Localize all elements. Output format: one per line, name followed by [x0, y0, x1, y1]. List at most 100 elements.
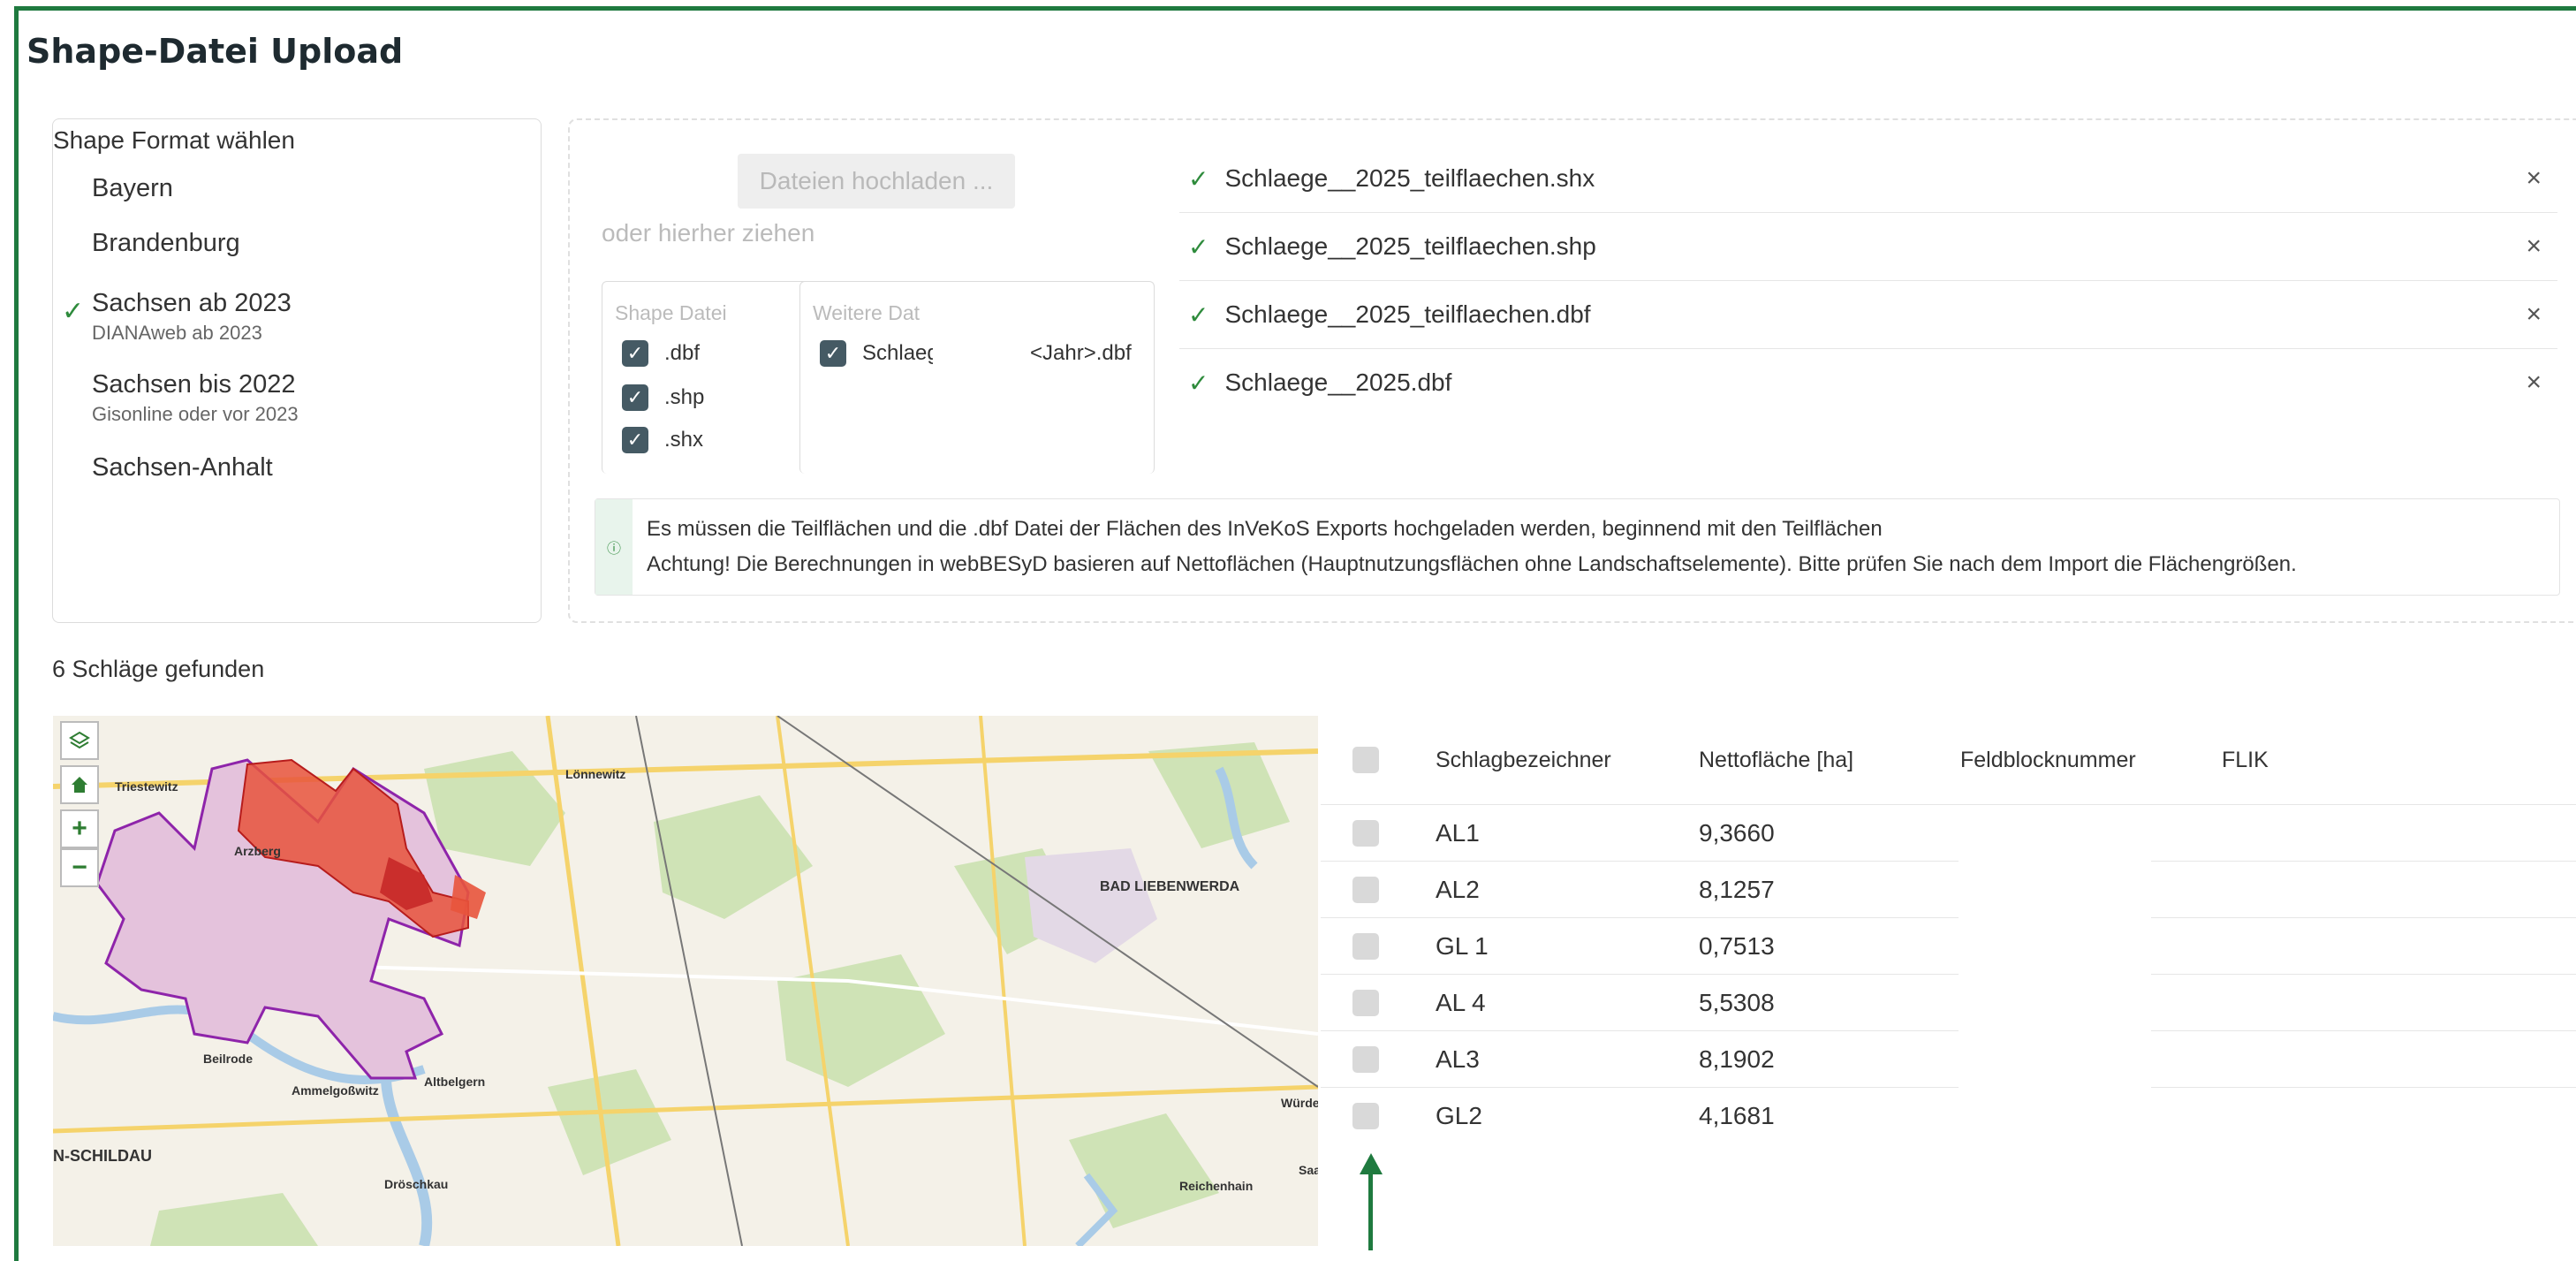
- format-item-sachsen-anhalt[interactable]: Sachsen-Anhalt: [92, 453, 273, 482]
- file-row: ✓ Schlaege__2025.dbf ×: [1179, 349, 2557, 416]
- map-canvas: [53, 716, 1318, 1246]
- format-label: Shape Format wählen: [53, 126, 295, 154]
- upload-dropzone[interactable]: Dateien hochladen ... oder hierher ziehe…: [568, 118, 2576, 623]
- map-label: Lönnewitz: [565, 767, 626, 781]
- results-count: 6 Schläge gefunden: [52, 656, 265, 682]
- map-label: Ammelgoßwitz: [292, 1083, 379, 1098]
- map-label: Altbelgern: [424, 1075, 486, 1089]
- cell-area: 4,1681: [1699, 1102, 1775, 1129]
- cell-area: 8,1902: [1699, 1045, 1775, 1073]
- table-row[interactable]: GL2 4,1681: [1321, 1088, 2576, 1144]
- upload-button[interactable]: Dateien hochladen ...: [738, 154, 1015, 209]
- map[interactable]: + − Triestewitz Lönnewitz Arzberg Beilro…: [53, 716, 1318, 1246]
- checkbox-checked-icon: ✓: [622, 427, 648, 453]
- row-checkbox[interactable]: [1352, 1046, 1379, 1073]
- info-icon: ⓘ: [595, 499, 633, 595]
- table-row[interactable]: AL3 8,1902: [1321, 1031, 2576, 1088]
- notice-line-2: Achtung! Die Berechnungen in webBESyD ba…: [647, 552, 2297, 576]
- uploaded-file-list: ✓ Schlaege__2025_teilflaechen.shx × ✓ Sc…: [1179, 145, 2557, 416]
- check-icon: ✓: [62, 297, 85, 326]
- map-label: Beilrode: [203, 1052, 254, 1066]
- zoom-in-button[interactable]: +: [60, 809, 99, 848]
- file-row: ✓ Schlaege__2025_teilflaechen.dbf ×: [1179, 281, 2557, 349]
- map-label: N-SCHILDAU: [53, 1147, 152, 1165]
- cell-name: AL1: [1436, 819, 1480, 847]
- format-item-sub: DIANAweb ab 2023: [92, 322, 262, 344]
- table-header: Schlagbezeichner Nettofläche [ha] Feldbl…: [1321, 718, 2576, 805]
- file-row: ✓ Schlaege__2025_teilflaechen.shx ×: [1179, 145, 2557, 213]
- cell-area: 9,3660: [1699, 819, 1775, 847]
- format-item-sub: Gisonline oder vor 2023: [92, 403, 299, 425]
- format-item-label: Sachsen ab 2023: [92, 289, 292, 317]
- notice-line-1: Es müssen die Teilflächen und die .dbf D…: [647, 517, 1883, 541]
- cell-name: GL2: [1436, 1102, 1482, 1129]
- column-header-feldblocknummer[interactable]: Feldblocknummer: [1960, 748, 2136, 773]
- format-item-label: Sachsen bis 2022: [92, 370, 296, 399]
- select-all-checkbox[interactable]: [1352, 747, 1379, 773]
- format-item-label: Sachsen-Anhalt: [92, 453, 273, 482]
- cell-name: AL 4: [1436, 989, 1486, 1016]
- shape-file-shx: ✓ .shx: [622, 427, 703, 453]
- cell-area: 0,7513: [1699, 932, 1775, 960]
- table-row[interactable]: GL 1 0,7513: [1321, 918, 2576, 975]
- row-checkbox[interactable]: [1352, 820, 1379, 847]
- close-icon[interactable]: ×: [2526, 300, 2542, 330]
- format-item-sachsen-bis-2022[interactable]: Sachsen bis 2022 Gisonline oder vor 2023: [92, 370, 299, 426]
- format-item-bayern[interactable]: Bayern: [92, 174, 173, 203]
- shape-file-box: Shape Datei * ✓ .dbf ✓ .shp ✓ .shx: [602, 281, 821, 474]
- cell-name: AL3: [1436, 1045, 1480, 1073]
- checkbox-checked-icon: ✓: [820, 340, 846, 367]
- extra-file-box: Weitere Dat ✓ Schlaeg <Jahr>.dbf: [799, 281, 1155, 474]
- format-item-label: Brandenburg: [92, 229, 240, 257]
- file-name: Schlaege__2025_teilflaechen.dbf: [1224, 300, 1591, 328]
- home-icon[interactable]: [60, 765, 99, 804]
- shape-file-dbf: ✓ .dbf: [622, 340, 700, 367]
- annotation-arrow-shaft: [1368, 1171, 1373, 1250]
- shape-file-box-title: Shape Datei *: [615, 301, 727, 324]
- cell-name: AL2: [1436, 876, 1480, 903]
- format-panel: Shape Format wählen Bayern Brandenburg ✓…: [52, 118, 542, 623]
- column-header-schlagbezeichner[interactable]: Schlagbezeichner: [1436, 748, 1611, 773]
- drag-hint: oder hierher ziehen: [602, 219, 815, 247]
- close-icon[interactable]: ×: [2526, 163, 2542, 194]
- file-row: ✓ Schlaege__2025_teilflaechen.shp ×: [1179, 213, 2557, 281]
- map-label: Saat: [1299, 1163, 1318, 1177]
- layers-icon[interactable]: [60, 721, 99, 760]
- map-label: Triestewitz: [115, 779, 178, 794]
- row-checkbox[interactable]: [1352, 933, 1379, 960]
- extra-file-item: ✓ Schlaeg <Jahr>.dbf: [820, 340, 1132, 367]
- map-label: Reichenhain: [1179, 1179, 1254, 1193]
- row-checkbox[interactable]: [1352, 990, 1379, 1016]
- shape-file-shp: ✓ .shp: [622, 384, 704, 411]
- checkbox-checked-icon: ✓: [622, 340, 648, 367]
- row-checkbox[interactable]: [1352, 1103, 1379, 1129]
- cell-name: GL 1: [1436, 932, 1489, 960]
- format-item-sachsen-ab-2023[interactable]: Sachsen ab 2023 DIANAweb ab 2023: [92, 289, 292, 345]
- file-name: Schlaege__2025.dbf: [1224, 368, 1452, 396]
- file-name: Schlaege__2025_teilflaechen.shp: [1224, 232, 1596, 260]
- fields-table: Schlagbezeichner Nettofläche [ha] Feldbl…: [1321, 718, 2576, 1144]
- table-row[interactable]: AL1 9,3660: [1321, 805, 2576, 862]
- file-name: Schlaege__2025_teilflaechen.shx: [1224, 164, 1595, 192]
- extra-file-box-title: Weitere Dat: [813, 301, 921, 324]
- info-notice: ⓘ Es müssen die Teilflächen und die .dbf…: [595, 498, 2560, 596]
- check-icon: ✓: [1188, 164, 1209, 193]
- row-checkbox[interactable]: [1352, 877, 1379, 903]
- zoom-out-button[interactable]: −: [60, 848, 99, 887]
- close-icon[interactable]: ×: [2526, 232, 2542, 262]
- cell-area: 8,1257: [1699, 876, 1775, 903]
- table-row[interactable]: AL2 8,1257: [1321, 862, 2576, 918]
- close-icon[interactable]: ×: [2526, 368, 2542, 398]
- format-item-label: Bayern: [92, 174, 173, 202]
- column-header-nettoflaeche[interactable]: Nettofläche [ha]: [1699, 748, 1853, 773]
- map-label: Arzberg: [234, 844, 281, 858]
- cell-area: 5,5308: [1699, 989, 1775, 1016]
- map-label: BAD LIEBENWERDA: [1100, 879, 1240, 894]
- map-label: Dröschkau: [384, 1177, 449, 1191]
- page-title: Shape-Datei Upload: [27, 32, 404, 71]
- table-row[interactable]: AL 4 5,5308: [1321, 975, 2576, 1031]
- map-label: Würde: [1281, 1096, 1318, 1110]
- column-header-flik[interactable]: FLIK: [2222, 748, 2269, 773]
- check-icon: ✓: [1188, 368, 1209, 397]
- format-item-brandenburg[interactable]: Brandenburg: [92, 229, 240, 258]
